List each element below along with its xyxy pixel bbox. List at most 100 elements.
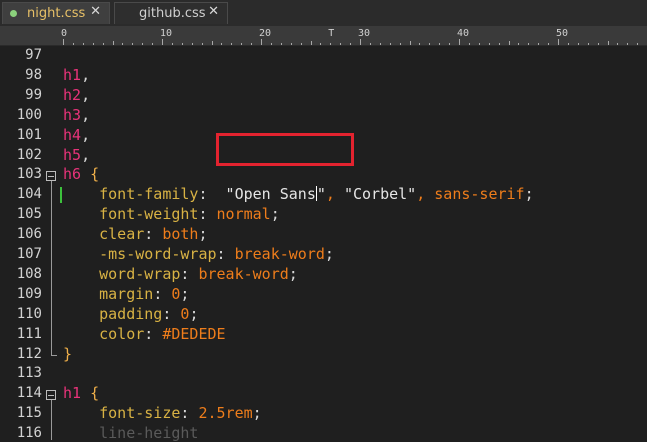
ruler-tick bbox=[201, 43, 203, 45]
code-token: : bbox=[198, 205, 208, 224]
code-token: , bbox=[81, 125, 91, 144]
code-token: 2.5rem bbox=[189, 404, 253, 423]
code-token: ; bbox=[270, 205, 280, 224]
line-number: 109 bbox=[16, 285, 42, 302]
ruler-tick bbox=[528, 43, 530, 45]
ruler-tick bbox=[488, 43, 490, 45]
code-line: } bbox=[63, 345, 72, 363]
line-number: 108 bbox=[16, 265, 42, 282]
ruler-tick bbox=[280, 43, 282, 45]
code-token: h1 bbox=[63, 65, 82, 84]
code-token: ; bbox=[180, 284, 190, 303]
code-line: h1, bbox=[63, 66, 90, 84]
code-token: : bbox=[144, 225, 154, 244]
code-line: line-height bbox=[63, 424, 198, 442]
ruler-tick bbox=[290, 43, 292, 45]
close-icon[interactable]: ✕ bbox=[208, 4, 219, 19]
ruler-tick bbox=[587, 43, 589, 45]
ruler-label: 30 bbox=[358, 28, 371, 39]
code-token: : bbox=[198, 185, 208, 204]
ruler-tick bbox=[221, 43, 223, 45]
line-number: 101 bbox=[16, 126, 42, 143]
code-editor[interactable]: 97 98 h1, 99 h2, 100 h3, 101 h4, 102 h5, 103 h6 {104… bbox=[0, 46, 647, 442]
ruler-tick bbox=[627, 43, 629, 45]
code-line: font-family: "Open Sans", "Corbel", sans… bbox=[63, 185, 534, 203]
ruler-tick bbox=[231, 43, 233, 45]
line-number: 102 bbox=[16, 146, 42, 163]
code-token: , bbox=[81, 65, 91, 84]
close-icon[interactable]: ✕ bbox=[90, 4, 101, 19]
fold-guide bbox=[51, 400, 52, 441]
ruler-tick bbox=[171, 43, 173, 45]
code-line: padding: 0; bbox=[63, 305, 198, 323]
code-token: h5 bbox=[63, 145, 82, 164]
ruler-tick bbox=[538, 43, 540, 45]
line-number: 115 bbox=[16, 405, 42, 422]
ruler-tick bbox=[132, 43, 134, 45]
tab-label: night.css bbox=[27, 6, 86, 21]
ruler-tick bbox=[152, 43, 154, 45]
ruler-tick bbox=[577, 43, 579, 45]
tab-bar: night.css ✕ github.css ✕ bbox=[0, 0, 647, 27]
line-number: 99 bbox=[25, 86, 42, 103]
code-token: h6 bbox=[63, 165, 82, 184]
ruler-tick bbox=[548, 43, 550, 45]
tab-github-css[interactable]: github.css ✕ bbox=[114, 2, 228, 24]
ruler-label: 0 bbox=[61, 28, 68, 39]
code-token: ; bbox=[288, 264, 298, 283]
line-number: 116 bbox=[16, 425, 42, 442]
code-token: sans-serif bbox=[425, 185, 525, 204]
code-line: h4, bbox=[63, 126, 90, 144]
ruler-tick bbox=[300, 43, 302, 45]
line-number: 103 bbox=[16, 166, 42, 183]
ruler-tick bbox=[360, 39, 361, 45]
ruler-tick bbox=[142, 43, 144, 45]
ruler-tick bbox=[637, 43, 639, 45]
ruler-tick bbox=[439, 43, 441, 45]
ruler-tick bbox=[419, 43, 421, 45]
code-line: word-wrap: break-word; bbox=[63, 265, 298, 283]
ruler-tick bbox=[270, 43, 272, 45]
ruler-tick bbox=[82, 43, 84, 45]
code-token: { bbox=[90, 384, 100, 403]
code-token: : bbox=[216, 245, 226, 263]
code-line: h3, bbox=[63, 106, 90, 124]
code-token: h1 bbox=[63, 384, 82, 403]
code-line: h6 { bbox=[63, 165, 99, 183]
code-token: "Open Sans bbox=[207, 185, 316, 204]
code-line: font-size: 2.5rem; bbox=[63, 404, 262, 422]
code-token: font-family bbox=[63, 185, 199, 204]
code-token: ; bbox=[524, 185, 534, 204]
code-token: 0 bbox=[171, 304, 190, 323]
code-token: h2 bbox=[63, 85, 82, 104]
ruler-tick bbox=[191, 43, 193, 45]
line-number: 110 bbox=[16, 305, 42, 322]
code-token: #DEDEDE bbox=[153, 324, 226, 343]
code-token: -ms-word-wrap bbox=[63, 245, 217, 263]
code-token: ; bbox=[198, 225, 208, 244]
ruler-tick bbox=[478, 43, 480, 45]
ruler-label: T bbox=[328, 28, 335, 39]
code-token: ; bbox=[252, 404, 262, 423]
ruler-tick bbox=[399, 43, 401, 45]
ruler-tick bbox=[558, 39, 559, 45]
code-token: " bbox=[316, 185, 326, 204]
ruler-tick bbox=[340, 43, 342, 45]
line-number: 104 bbox=[16, 186, 42, 203]
ruler-tick bbox=[508, 41, 510, 45]
line-number: 111 bbox=[16, 325, 42, 342]
code-token: clear bbox=[63, 225, 145, 244]
ruler-tick bbox=[92, 43, 94, 45]
fold-end bbox=[51, 354, 57, 356]
code-token: h3 bbox=[63, 105, 82, 124]
fold-toggle-icon[interactable] bbox=[46, 171, 56, 182]
code-line: color: #DEDEDE bbox=[63, 324, 226, 343]
line-number: 105 bbox=[16, 206, 42, 223]
line-number: 113 bbox=[16, 365, 42, 382]
tab-night-css[interactable]: night.css ✕ bbox=[2, 2, 110, 24]
code-token: color bbox=[63, 324, 145, 343]
code-token: , bbox=[416, 185, 426, 204]
fold-toggle-icon[interactable] bbox=[46, 390, 56, 401]
ruler-tick bbox=[369, 43, 371, 45]
line-number: 98 bbox=[25, 66, 42, 83]
